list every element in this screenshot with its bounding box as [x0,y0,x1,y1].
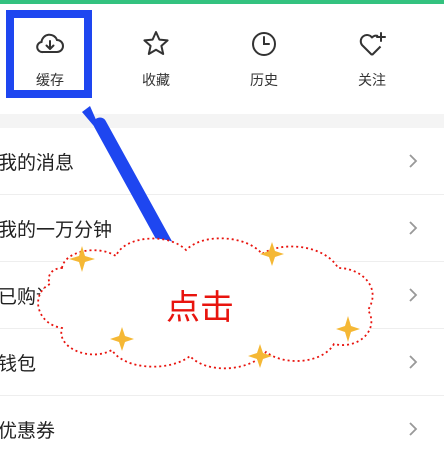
annotation-text: 点击 [166,288,234,328]
annotation-overlay [37,106,374,370]
